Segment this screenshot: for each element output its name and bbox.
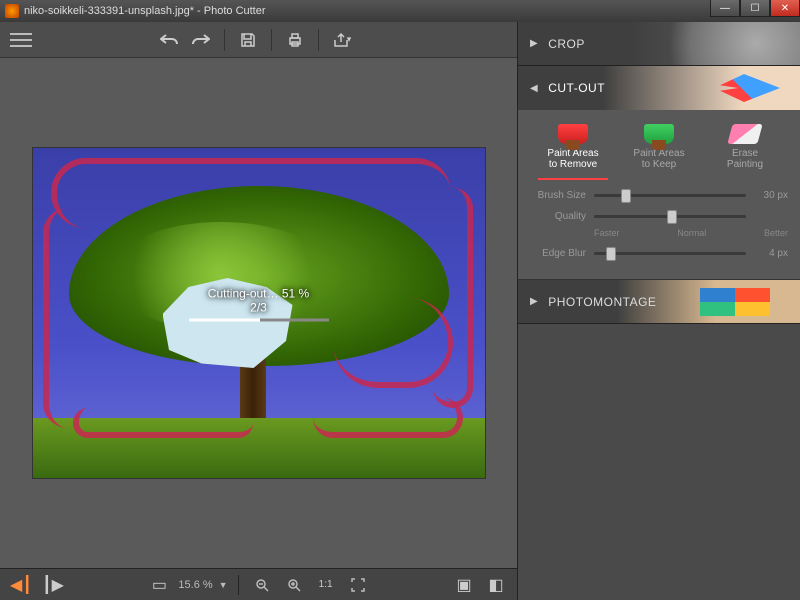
edge-blur-value: 4 px — [754, 248, 788, 259]
before-after-button[interactable]: ◧ — [483, 572, 509, 598]
remove-stroke — [73, 408, 253, 438]
chevron-right-icon: ▶ — [530, 38, 538, 49]
statusbar: ◀┃ ┃▶ ▭ 15.6 % ▼ 1:1 ▣ ◧ — [0, 568, 517, 600]
prev-image-button[interactable]: ◀┃ — [8, 572, 34, 598]
quality-better-label: Better — [764, 228, 788, 238]
save-button[interactable] — [235, 27, 261, 53]
next-image-button[interactable]: ┃▶ — [40, 572, 66, 598]
paint-keep-tool[interactable]: Paint Areas to Keep — [619, 120, 699, 174]
quality-row: Quality — [530, 211, 788, 222]
image-canvas[interactable]: Cutting-out… 51 % 2/3 — [33, 148, 485, 478]
cutout-panel-header[interactable]: ◀ CUT-OUT — [518, 66, 800, 110]
edge-blur-row: Edge Blur 4 px — [530, 248, 788, 259]
redo-button[interactable] — [188, 27, 214, 53]
menu-button[interactable] — [8, 30, 34, 50]
quality-faster-label: Faster — [594, 228, 620, 238]
quality-normal-label: Normal — [677, 228, 706, 238]
zoom-dropdown-icon[interactable]: ▼ — [219, 580, 228, 590]
zoom-value: 15.6 % — [178, 579, 212, 591]
quality-label: Quality — [530, 211, 586, 222]
edge-blur-label: Edge Blur — [530, 248, 586, 259]
zoom-out-button[interactable] — [249, 572, 275, 598]
app-icon — [5, 4, 19, 18]
minimize-button[interactable]: — — [710, 0, 740, 17]
maximize-button[interactable]: ☐ — [740, 0, 770, 17]
remove-stroke — [43, 208, 93, 428]
window-title: niko-soikkeli-333391-unsplash.jpg* - Pho… — [24, 5, 710, 17]
brush-size-slider[interactable] — [594, 194, 746, 197]
brush-remove-icon — [558, 124, 588, 144]
progress-step: 2/3 — [189, 301, 329, 315]
remove-stroke — [51, 158, 451, 228]
photomontage-panel-title: PHOTOMONTAGE — [548, 295, 656, 309]
progress-bar — [189, 319, 329, 322]
brush-size-value: 30 px — [754, 190, 788, 201]
eraser-icon — [727, 124, 762, 144]
remove-stroke — [333, 298, 453, 388]
window-controls: — ☐ ✕ — [710, 0, 800, 22]
remove-stroke — [313, 398, 463, 438]
paint-remove-tool[interactable]: Paint Areas to Remove — [533, 120, 613, 174]
zoom-in-button[interactable] — [281, 572, 307, 598]
quality-slider[interactable] — [594, 215, 746, 218]
titlebar: niko-soikkeli-333391-unsplash.jpg* - Pho… — [0, 0, 800, 22]
editor-pane: ▾ Cutting-out… 51 % 2/3 — [0, 22, 518, 600]
brush-size-row: Brush Size 30 px — [530, 190, 788, 201]
erase-painting-tool[interactable]: Erase Painting — [705, 120, 785, 174]
progress-label: Cutting-out… 51 % — [189, 287, 329, 301]
crop-panel-title: CROP — [548, 37, 585, 51]
progress-overlay: Cutting-out… 51 % 2/3 — [189, 287, 329, 326]
close-button[interactable]: ✕ — [770, 0, 800, 17]
undo-button[interactable] — [156, 27, 182, 53]
brush-keep-icon — [644, 124, 674, 144]
zoom-fit-button[interactable] — [345, 572, 371, 598]
photomontage-panel-header[interactable]: ▶ PHOTOMONTAGE — [518, 280, 800, 324]
brush-size-label: Brush Size — [530, 190, 586, 201]
edge-blur-slider[interactable] — [594, 252, 746, 255]
cutout-panel-title: CUT-OUT — [548, 81, 605, 95]
compare-button[interactable]: ▣ — [451, 572, 477, 598]
print-button[interactable] — [282, 27, 308, 53]
fit-screen-button[interactable]: ▭ — [146, 572, 172, 598]
cutout-panel: Paint Areas to Remove Paint Areas to Kee… — [518, 110, 800, 280]
side-panel: ▶ CROP ◀ CUT-OUT Paint Areas to Remove P… — [518, 22, 800, 600]
chevron-right-icon: ▶ — [530, 296, 538, 307]
share-button[interactable]: ▾ — [329, 27, 355, 53]
canvas-area[interactable]: Cutting-out… 51 % 2/3 — [0, 58, 517, 568]
crop-panel-header[interactable]: ▶ CROP — [518, 22, 800, 66]
main-toolbar: ▾ — [0, 22, 517, 58]
chevron-down-icon: ◀ — [530, 83, 538, 94]
actual-size-button[interactable]: 1:1 — [313, 572, 339, 598]
